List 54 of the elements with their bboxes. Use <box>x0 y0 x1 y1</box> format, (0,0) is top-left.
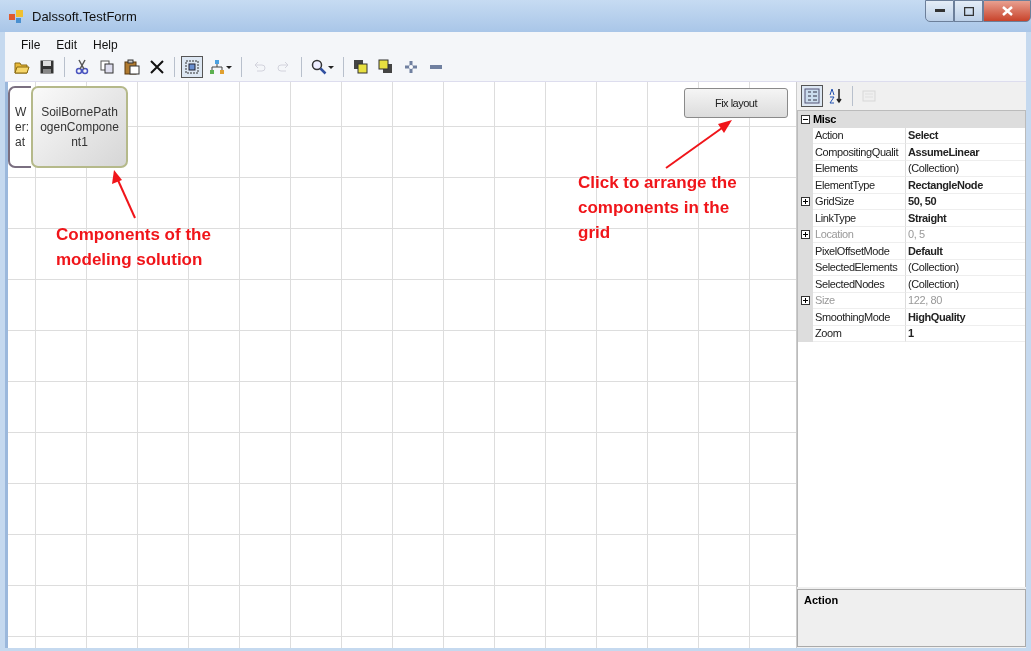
property-name[interactable]: CompositingQualit <box>813 144 906 161</box>
property-value[interactable]: Default <box>906 243 1025 260</box>
property-name[interactable]: PixelOffsetMode <box>813 243 906 260</box>
categorized-icon <box>804 88 820 104</box>
plus-icon <box>403 59 419 75</box>
property-name[interactable]: ElementType <box>813 177 906 194</box>
property-value[interactable]: Straight <box>906 210 1025 227</box>
property-value[interactable]: HighQuality <box>906 309 1025 326</box>
fix-layout-button[interactable]: Fix layout <box>684 88 788 118</box>
maximize-button[interactable] <box>954 0 983 22</box>
property-value[interactable]: 50, 50 <box>906 193 1025 210</box>
toolbar-button[interactable] <box>801 85 823 107</box>
property-value[interactable]: 1 <box>906 325 1025 342</box>
scissors-icon <box>74 59 90 75</box>
window-title: Dalssoft.TestForm <box>32 8 138 24</box>
bring-front-icon <box>353 59 369 75</box>
folder-icon <box>14 59 30 75</box>
component-node[interactable]: W er: at <box>8 86 31 168</box>
collapse-icon[interactable] <box>801 114 810 124</box>
tree-icon <box>209 59 225 75</box>
annotation-text: Click to arrange the components in the grid <box>578 172 738 244</box>
toolbar-button[interactable] <box>121 56 143 78</box>
send-back-icon <box>378 59 394 75</box>
close-icon <box>1001 6 1013 16</box>
search-icon <box>311 59 327 75</box>
menu-item[interactable]: File <box>15 38 47 52</box>
property-value[interactable]: (Collection) <box>906 276 1025 293</box>
property-value[interactable]: Select <box>906 127 1025 144</box>
diagram-canvas[interactable]: W er: at SoilBornePath ogenCompone nt1 Fix layout Components of the modeling solution Click to arrange the components in the grid <box>5 82 796 648</box>
menu-item[interactable]: Edit <box>50 38 84 52</box>
menu-item[interactable]: Help <box>87 38 124 52</box>
close-button[interactable] <box>983 0 1031 22</box>
property-value[interactable]: AssumeLinear <box>906 144 1025 161</box>
x-icon <box>149 59 165 75</box>
property-value[interactable]: (Collection) <box>906 160 1025 177</box>
component-node[interactable]: SoilBornePath ogenCompone nt1 <box>31 86 128 168</box>
minimize-button[interactable] <box>925 0 954 22</box>
minimize-icon <box>934 9 945 13</box>
property-value[interactable]: RectangleNode <box>906 177 1025 194</box>
property-name[interactable]: SmoothingMode <box>813 309 906 326</box>
maximize-icon <box>963 6 974 16</box>
sort-az-icon <box>828 88 844 104</box>
expand-icon[interactable] <box>801 197 810 207</box>
category-header: Misc <box>813 111 1025 128</box>
copy-icon <box>99 59 115 75</box>
property-name[interactable]: LinkType <box>813 210 906 227</box>
description-title: Action <box>804 594 839 606</box>
annotation-text: Components of the modeling solution <box>56 224 212 271</box>
selection-icon <box>184 59 200 75</box>
clipboard-icon <box>124 59 140 75</box>
app-icon <box>8 8 24 24</box>
toolbar-button[interactable] <box>181 56 203 78</box>
property-name[interactable]: SelectedNodes <box>813 276 906 293</box>
property-value[interactable]: (Collection) <box>906 259 1025 276</box>
